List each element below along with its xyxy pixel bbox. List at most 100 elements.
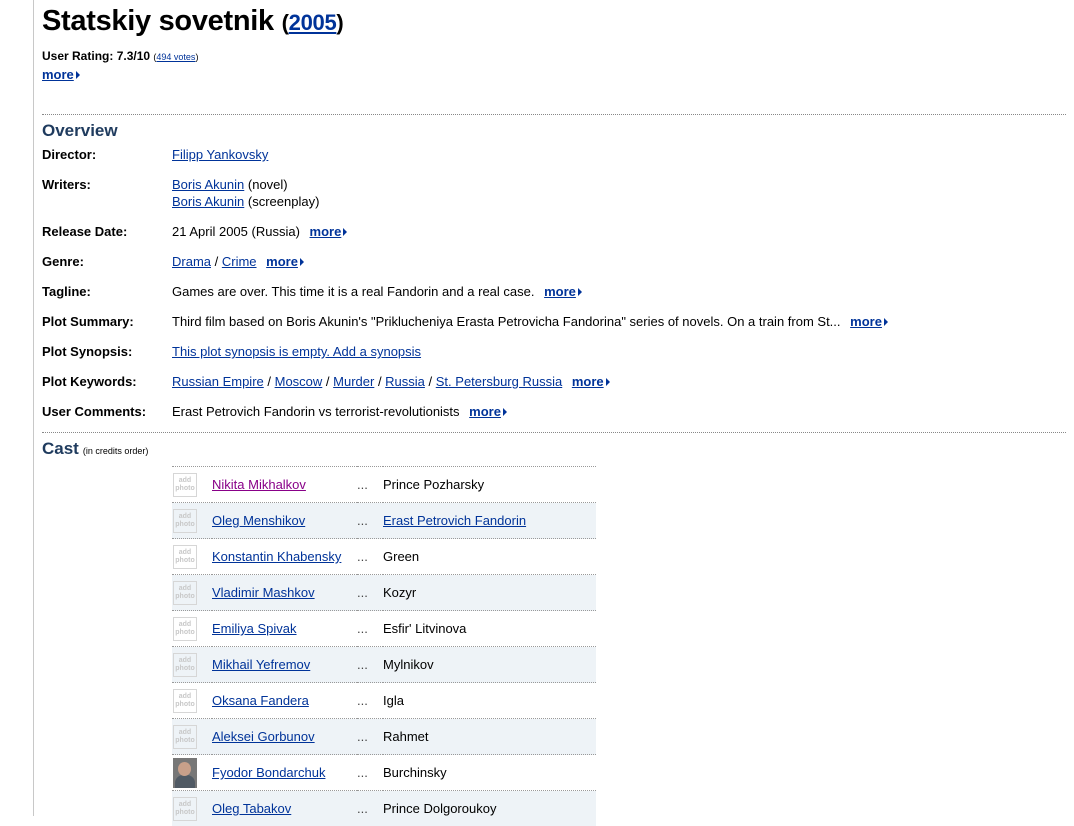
divider bbox=[42, 432, 1066, 433]
actor-cell: Emiliya Spivak bbox=[212, 611, 357, 647]
ellipsis: ... bbox=[357, 467, 383, 503]
genre-link[interactable]: Crime bbox=[222, 254, 257, 269]
add-photo-placeholder[interactable]: add photo bbox=[173, 617, 197, 641]
add-photo-placeholder[interactable]: add photo bbox=[173, 797, 197, 821]
director-value: Filipp Yankovsky bbox=[172, 146, 268, 163]
rating-label: User Rating: bbox=[42, 49, 113, 63]
add-photo-placeholder[interactable]: add photo bbox=[173, 725, 197, 749]
character-link[interactable]: Erast Petrovich Fandorin bbox=[383, 513, 526, 528]
more-link[interactable]: more bbox=[310, 224, 342, 239]
character-name: Burchinsky bbox=[383, 765, 447, 780]
keyword-link[interactable]: St. Petersburg Russia bbox=[436, 374, 562, 389]
ellipsis: ... bbox=[357, 539, 383, 575]
writers-label: Writers: bbox=[42, 176, 91, 193]
cast-row: add photo Konstantin Khabensky...Green bbox=[172, 539, 596, 575]
actor-cell: Oleg Menshikov bbox=[212, 503, 357, 539]
photo-cell: add photo bbox=[172, 575, 212, 611]
actor-link[interactable]: Nikita Mikhalkov bbox=[212, 477, 306, 492]
add-photo-placeholder[interactable]: add photo bbox=[173, 689, 197, 713]
arrow-right-icon bbox=[606, 378, 610, 386]
add-photo-placeholder[interactable]: add photo bbox=[173, 653, 197, 677]
actor-link[interactable]: Mikhail Yefremov bbox=[212, 657, 310, 672]
actor-photo[interactable] bbox=[173, 758, 197, 788]
cast-row: add photo Mikhail Yefremov...Mylnikov bbox=[172, 647, 596, 683]
more-link[interactable]: more bbox=[266, 254, 298, 269]
genre-label: Genre: bbox=[42, 253, 84, 270]
plot-summary-text: Third film based on Boris Akunin's "Prik… bbox=[172, 314, 841, 329]
photo-cell: add photo bbox=[172, 611, 212, 647]
genre-link[interactable]: Drama bbox=[172, 254, 211, 269]
actor-cell: Oleg Tabakov bbox=[212, 791, 357, 826]
arrow-right-icon bbox=[76, 71, 80, 79]
actor-link[interactable]: Oleg Tabakov bbox=[212, 801, 291, 816]
actor-link[interactable]: Konstantin Khabensky bbox=[212, 549, 341, 564]
ellipsis: ... bbox=[357, 503, 383, 539]
cast-note: (in credits order) bbox=[83, 446, 149, 456]
more-link[interactable]: more bbox=[850, 314, 882, 329]
character-cell: Igla bbox=[383, 683, 596, 719]
arrow-right-icon bbox=[300, 258, 304, 266]
plot-summary-label: Plot Summary: bbox=[42, 313, 134, 330]
writer-link[interactable]: Boris Akunin bbox=[172, 177, 244, 192]
ellipsis: ... bbox=[357, 611, 383, 647]
tagline-label: Tagline: bbox=[42, 283, 91, 300]
divider bbox=[42, 114, 1066, 115]
cast-row: add photoOleg Tabakov...Prince Dolgorouk… bbox=[172, 791, 596, 826]
character-cell: Kozyr bbox=[383, 575, 596, 611]
actor-link[interactable]: Aleksei Gorbunov bbox=[212, 729, 315, 744]
face-shape bbox=[178, 762, 191, 776]
actor-link[interactable]: Fyodor Bondarchuk bbox=[212, 765, 325, 780]
actor-cell: Oksana Fandera bbox=[212, 683, 357, 719]
keyword-link[interactable]: Russia bbox=[385, 374, 425, 389]
character-cell: Erast Petrovich Fandorin bbox=[383, 503, 596, 539]
more-link[interactable]: more bbox=[572, 374, 604, 389]
ellipsis: ... bbox=[357, 683, 383, 719]
character-cell: Prince Dolgoroukoy bbox=[383, 791, 596, 826]
ellipsis: ... bbox=[357, 575, 383, 611]
ellipsis: ... bbox=[357, 647, 383, 683]
character-name: Igla bbox=[383, 693, 404, 708]
add-photo-placeholder[interactable]: add photo bbox=[173, 581, 197, 605]
actor-cell: Fyodor Bondarchuk bbox=[212, 755, 357, 791]
more-link[interactable]: more bbox=[42, 67, 74, 82]
actor-link[interactable]: Oleg Menshikov bbox=[212, 513, 305, 528]
add-synopsis-link[interactable]: This plot synopsis is empty. Add a synop… bbox=[172, 344, 421, 359]
keyword-link[interactable]: Russian Empire bbox=[172, 374, 264, 389]
director-label: Director: bbox=[42, 146, 96, 163]
actor-link[interactable]: Oksana Fandera bbox=[212, 693, 309, 708]
left-border bbox=[33, 0, 34, 816]
votes-count: (494 votes) bbox=[153, 52, 198, 62]
cast-title: Cast bbox=[42, 439, 79, 458]
release-label: Release Date: bbox=[42, 223, 127, 240]
more-link[interactable]: more bbox=[544, 284, 576, 299]
photo-cell: add photo bbox=[172, 647, 212, 683]
more-link[interactable]: more bbox=[469, 404, 501, 419]
add-photo-placeholder[interactable]: add photo bbox=[173, 473, 197, 497]
character-name: Mylnikov bbox=[383, 657, 434, 672]
year-link[interactable]: 2005 bbox=[289, 10, 337, 35]
photo-cell: add photo bbox=[172, 503, 212, 539]
director-link[interactable]: Filipp Yankovsky bbox=[172, 147, 268, 162]
keywords-value: Russian Empire / Moscow / Murder / Russi… bbox=[172, 373, 610, 390]
arrow-right-icon bbox=[343, 228, 347, 236]
keyword-link[interactable]: Murder bbox=[333, 374, 374, 389]
add-photo-placeholder[interactable]: add photo bbox=[173, 509, 197, 533]
actor-link[interactable]: Vladimir Mashkov bbox=[212, 585, 315, 600]
writer-link[interactable]: Boris Akunin bbox=[172, 194, 244, 209]
plot-summary-value: Third film based on Boris Akunin's "Prik… bbox=[172, 313, 888, 330]
add-photo-placeholder[interactable]: add photo bbox=[173, 545, 197, 569]
actor-cell: Nikita Mikhalkov bbox=[212, 467, 357, 503]
character-cell: Prince Pozharsky bbox=[383, 467, 596, 503]
arrow-right-icon bbox=[578, 288, 582, 296]
comments-text: Erast Petrovich Fandorin vs terrorist-re… bbox=[172, 404, 460, 419]
character-name: Prince Pozharsky bbox=[383, 477, 484, 492]
keywords-label: Plot Keywords: bbox=[42, 373, 137, 390]
tagline-text: Games are over. This time it is a real F… bbox=[172, 284, 534, 299]
keyword-link[interactable]: Moscow bbox=[275, 374, 323, 389]
actor-cell: Vladimir Mashkov bbox=[212, 575, 357, 611]
votes-link[interactable]: 494 votes bbox=[156, 52, 195, 62]
character-cell: Burchinsky bbox=[383, 755, 596, 791]
photo-cell bbox=[172, 755, 212, 791]
actor-link[interactable]: Emiliya Spivak bbox=[212, 621, 297, 636]
character-name: Green bbox=[383, 549, 419, 564]
